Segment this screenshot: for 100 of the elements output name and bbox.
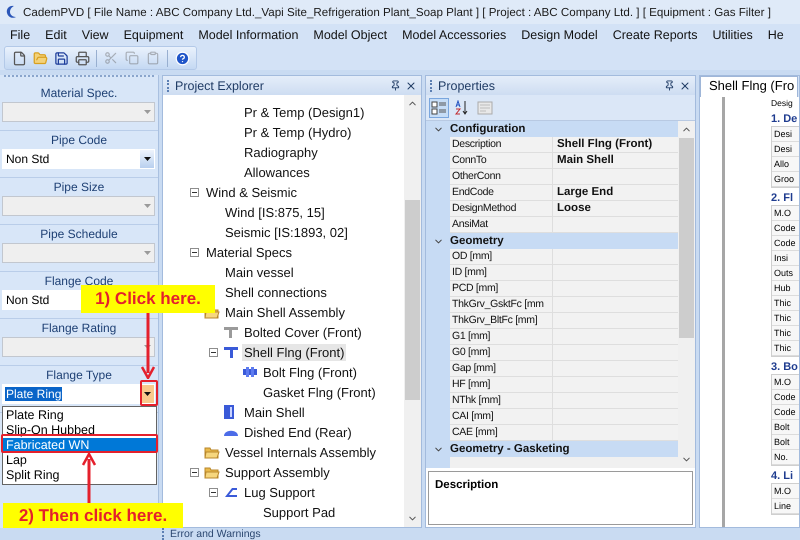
field-label: Material Spec. bbox=[40, 86, 118, 100]
pin-icon[interactable] bbox=[390, 80, 401, 91]
tree-item[interactable]: Lug Support bbox=[242, 484, 317, 500]
category-label: Configuration bbox=[450, 123, 526, 135]
collapse-icon[interactable] bbox=[190, 188, 199, 196]
new-file-icon[interactable] bbox=[12, 50, 26, 66]
tree-item[interactable]: Allowances bbox=[242, 164, 312, 180]
table-cell: M.O bbox=[772, 484, 799, 499]
property-name: DesignMethod bbox=[450, 201, 553, 217]
property-name: PCD [mm] bbox=[450, 281, 553, 297]
folder-icon[interactable] bbox=[32, 50, 48, 66]
menu-item[interactable]: File bbox=[10, 28, 30, 42]
sort-alphabetical-icon[interactable] bbox=[454, 100, 470, 116]
lug-icon bbox=[223, 486, 239, 498]
field-label: Pipe Size bbox=[54, 180, 104, 194]
highlight-outline bbox=[140, 380, 158, 406]
scrollbar[interactable] bbox=[404, 95, 421, 527]
tree-item[interactable]: Radiography bbox=[242, 144, 320, 160]
section-heading: 4. Li bbox=[771, 470, 794, 482]
tree-item[interactable]: Shell connections bbox=[223, 284, 329, 300]
caret-icon[interactable] bbox=[144, 157, 151, 161]
table-cell: Code bbox=[772, 405, 799, 420]
flange-icon bbox=[223, 345, 239, 359]
section-heading: 3. Bo bbox=[771, 361, 798, 373]
menu-item[interactable]: He bbox=[768, 28, 784, 42]
document-tab[interactable]: Shell Flng (Fro bbox=[700, 76, 798, 97]
collapse-icon[interactable] bbox=[209, 488, 218, 496]
arrow-icon bbox=[81, 453, 97, 503]
arrow-icon bbox=[140, 313, 156, 379]
caret-icon[interactable] bbox=[144, 392, 151, 396]
menu-item[interactable]: Create Reports bbox=[612, 28, 698, 42]
tree-item[interactable]: Main vessel bbox=[223, 264, 296, 280]
tree-item[interactable]: Wind [IS:875, 15] bbox=[223, 204, 327, 220]
combo-box[interactable]: Plate Ring bbox=[2, 384, 155, 404]
menu-item[interactable]: Edit bbox=[45, 28, 67, 42]
tree-item[interactable]: Main Shell bbox=[242, 404, 307, 420]
property-pages-icon[interactable] bbox=[477, 100, 493, 116]
table-cell: Code bbox=[772, 221, 799, 236]
printer-icon[interactable] bbox=[74, 50, 90, 66]
collapse-icon[interactable] bbox=[190, 468, 199, 476]
field-label: Flange Type bbox=[46, 368, 112, 382]
combo-box[interactable]: Non Std bbox=[2, 149, 155, 169]
shell-icon bbox=[223, 404, 235, 420]
table-cell: Desi bbox=[772, 142, 799, 157]
section-heading: 1. De bbox=[771, 113, 798, 125]
menu-item[interactable]: Model Information bbox=[198, 28, 298, 42]
table-cell: Groo bbox=[772, 172, 799, 187]
table-cell: M.O bbox=[772, 375, 799, 390]
property-value[interactable]: Main Shell bbox=[553, 153, 678, 169]
menu-item[interactable]: Equipment bbox=[124, 28, 184, 42]
tree-item[interactable]: Vessel Internals Assembly bbox=[223, 444, 378, 460]
table-cell: Code bbox=[772, 236, 799, 251]
property-name: OD [mm] bbox=[450, 249, 553, 265]
panel-title: Properties bbox=[438, 78, 496, 92]
tree-item[interactable]: Shell Flng (Front) bbox=[242, 344, 346, 360]
close-icon[interactable] bbox=[405, 80, 417, 92]
table-cell: Thic bbox=[772, 341, 799, 356]
property-value[interactable]: Large End bbox=[553, 185, 678, 201]
field-label: Flange Code bbox=[44, 274, 114, 288]
tree-item[interactable]: Pr & Temp (Hydro) bbox=[242, 124, 354, 140]
tree-item[interactable]: Seismic [IS:1893, 02] bbox=[223, 224, 350, 240]
tree-item[interactable]: Wind & Seismic bbox=[204, 184, 300, 200]
tree-item[interactable]: Support Pad bbox=[261, 504, 338, 520]
table-cell: Insi bbox=[772, 251, 799, 266]
menu-item[interactable]: Utilities bbox=[712, 28, 753, 42]
table-cell: Thic bbox=[772, 326, 799, 341]
help-icon[interactable] bbox=[174, 50, 190, 66]
panel-title: Project Explorer bbox=[175, 78, 265, 92]
save-icon[interactable] bbox=[54, 50, 68, 66]
tree-item[interactable]: Pr & Temp (Design1) bbox=[242, 104, 366, 120]
pin-icon[interactable] bbox=[664, 80, 675, 91]
collapse-icon[interactable] bbox=[190, 248, 199, 256]
table-cell: No. bbox=[772, 450, 799, 465]
callout-tooltip: 2) Then click here. bbox=[3, 503, 183, 528]
menu-item[interactable]: Design Model bbox=[521, 28, 598, 42]
property-name: Gap [mm] bbox=[450, 361, 553, 377]
menu-item[interactable]: Model Accessories bbox=[402, 28, 506, 42]
categorized-icon[interactable] bbox=[431, 100, 447, 116]
property-value[interactable]: Loose bbox=[553, 201, 678, 217]
table-cell: Desi bbox=[772, 127, 799, 142]
tree-item[interactable]: Bolt Flng (Front) bbox=[261, 364, 359, 380]
property-name: EndCode bbox=[450, 185, 553, 201]
property-value[interactable]: Shell Flng (Front) bbox=[553, 137, 678, 153]
property-name: ThkGrv_BltFc [mm] bbox=[450, 313, 553, 329]
tree-item[interactable]: Gasket Flng (Front) bbox=[261, 384, 378, 400]
property-name: G0 [mm] bbox=[450, 345, 553, 361]
tree-item[interactable]: Dished End (Rear) bbox=[242, 424, 354, 440]
tree-item[interactable]: Bolted Cover (Front) bbox=[242, 324, 364, 340]
tree-item[interactable]: Support Assembly bbox=[223, 464, 332, 480]
field-label: Flange Rating bbox=[42, 321, 116, 335]
menu-item[interactable]: Model Object bbox=[313, 28, 388, 42]
property-name: HF [mm] bbox=[450, 377, 553, 393]
table-cell: Bolt bbox=[772, 420, 799, 435]
close-icon[interactable] bbox=[679, 80, 691, 92]
collapse-icon[interactable] bbox=[209, 348, 218, 356]
menu-item[interactable]: View bbox=[82, 28, 109, 42]
table-cell: Line bbox=[772, 499, 799, 514]
table-cell: Bolt bbox=[772, 435, 799, 450]
tree-item[interactable]: Material Specs bbox=[204, 244, 294, 260]
tree-item[interactable]: Main Shell Assembly bbox=[223, 304, 347, 320]
